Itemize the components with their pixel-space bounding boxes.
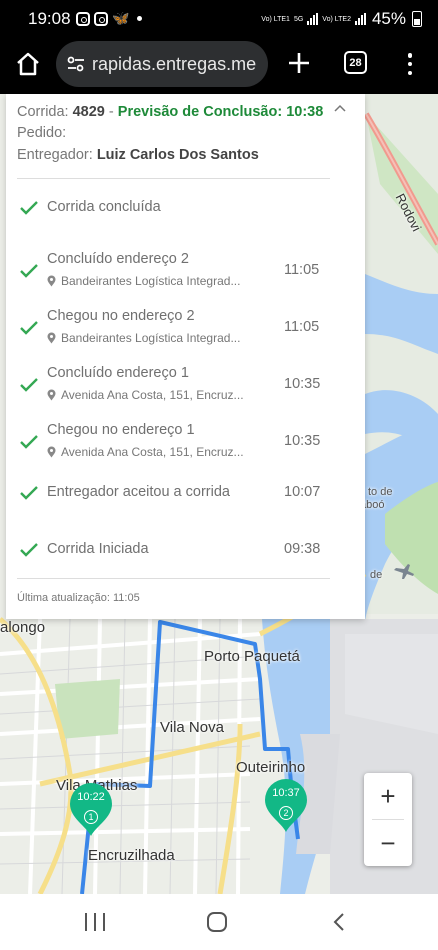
corrida-header: Corrida: 4829 - Previsão de Conclusão: 1… [17, 104, 323, 120]
event-label: Corrida Iniciada [47, 541, 149, 557]
notification-icons: 🦋 [76, 10, 143, 27]
event-address-text: Bandeirantes Logística Integrad... [61, 274, 241, 288]
map-label-porto-paqueta: Porto Paquetá [204, 648, 300, 665]
location-pin-icon [47, 446, 56, 458]
pin-number: 2 [279, 806, 293, 820]
event-time: 10:35 [284, 376, 321, 392]
system-icons: Vo) LTE1 5G Vo) LTE2 45% [261, 9, 422, 29]
map-label-vila-nova: Vila Nova [160, 719, 224, 736]
zoom-in-button[interactable]: + [364, 773, 412, 819]
event-address-text: Avenida Ana Costa, 151, Encruz... [61, 445, 244, 459]
event-label: Corrida concluída [47, 199, 161, 215]
event-address: Bandeirantes Logística Integrad... [47, 331, 240, 345]
event-label: Entregador aceitou a corrida [47, 484, 230, 500]
header-separator: - [108, 104, 114, 120]
url-text[interactable]: rapidas.entregas.me [92, 54, 256, 75]
divider [17, 178, 330, 179]
zoom-out-button[interactable]: − [364, 820, 412, 866]
map-label-porto: to de [368, 486, 393, 498]
location-pin-icon [47, 389, 56, 401]
instagram-icon [94, 11, 108, 26]
instagram-icon [76, 11, 90, 26]
location-pin-icon [47, 275, 56, 287]
entregador-label: Entregador: [17, 147, 93, 163]
network-lte2-label: Vo) LTE2 [322, 15, 351, 23]
check-icon [20, 321, 38, 335]
pedido-label: Pedido: [17, 125, 67, 141]
previsao-label: Previsão de Conclusão: [117, 104, 283, 120]
map-label-valongo: alongo [0, 619, 46, 636]
check-icon [20, 543, 38, 557]
event-label: Chegou no endereço 1 [47, 422, 195, 438]
divider [17, 578, 330, 579]
event-address: Bandeirantes Logística Integrad... [47, 274, 240, 288]
status-time: 19:08 [28, 9, 71, 28]
check-icon [20, 435, 38, 449]
last-update: Última atualização: 11:05 [17, 592, 140, 604]
chevron-up-icon[interactable] [334, 104, 346, 114]
pedido-row: Pedido: [17, 125, 66, 141]
home-icon[interactable] [14, 50, 42, 78]
pin-time: 10:37 [272, 787, 300, 799]
battery-icon [412, 11, 422, 27]
check-icon [20, 264, 38, 278]
event-time: 11:05 [284, 319, 320, 335]
event-address-text: Bandeirantes Logística Integrad... [61, 331, 241, 345]
network-5g-label: 5G [293, 15, 304, 23]
back-icon[interactable] [332, 912, 346, 932]
more-notifications-dot [137, 16, 143, 21]
event-time: 10:07 [284, 484, 321, 500]
android-nav-bar [0, 894, 438, 950]
delivery-status-panel: Corrida: 4829 - Previsão de Conclusão: 1… [6, 94, 365, 619]
status-bar: 19:08 🦋 Vo) LTE1 5G Vo) LTE2 45% [0, 0, 438, 38]
tab-switcher-button[interactable]: 28 [344, 51, 367, 74]
event-label: Concluído endereço 1 [47, 365, 189, 381]
site-settings-icon[interactable] [66, 54, 86, 74]
event-address: Avenida Ana Costa, 151, Encruz... [47, 388, 244, 402]
event-time: 10:35 [284, 433, 321, 449]
pin-number: 1 [84, 810, 98, 824]
signal-icon [354, 13, 366, 25]
corrida-label: Corrida: [17, 104, 69, 120]
check-icon [20, 486, 38, 500]
corrida-number: 4829 [72, 104, 105, 120]
event-address: Avenida Ana Costa, 151, Encruz... [47, 445, 244, 459]
event-label: Concluído endereço 2 [47, 251, 189, 267]
map-label-outeirinho: Outeirinho [236, 759, 306, 776]
check-icon [20, 378, 38, 392]
browser-toolbar: rapidas.entregas.me 28 [0, 38, 438, 94]
entregador-name: Luiz Carlos Dos Santos [96, 147, 259, 163]
new-tab-icon[interactable] [284, 48, 314, 78]
zoom-control: + − [364, 773, 412, 866]
check-icon [20, 201, 38, 215]
event-time: 09:38 [284, 541, 321, 557]
address-bar[interactable]: rapidas.entregas.me [56, 41, 268, 87]
event-time: 11:05 [284, 262, 320, 278]
map-label-encruzilhada: Encruzilhada [88, 847, 175, 864]
event-address-text: Avenida Ana Costa, 151, Encruz... [61, 388, 244, 402]
map-label-de: de [370, 569, 383, 581]
map-pin-stop-1[interactable]: 10:22 1 [68, 782, 114, 838]
home-button-icon[interactable] [207, 912, 227, 932]
more-menu-icon[interactable] [400, 50, 420, 78]
recent-apps-icon[interactable] [85, 913, 105, 931]
previsao-time: 10:38 [286, 104, 324, 120]
entregador-row: Entregador: Luiz Carlos Dos Santos [17, 147, 259, 163]
location-pin-icon [47, 332, 56, 344]
network-lte1-label: Vo) LTE1 [261, 15, 290, 23]
event-label: Chegou no endereço 2 [47, 308, 195, 324]
signal-icon [307, 13, 319, 25]
battery-percent: 45% [371, 9, 406, 28]
map-pin-stop-2[interactable]: 10:37 2 [263, 778, 309, 834]
butterfly-icon: 🦋 [112, 10, 130, 26]
pin-time: 10:22 [77, 791, 105, 803]
